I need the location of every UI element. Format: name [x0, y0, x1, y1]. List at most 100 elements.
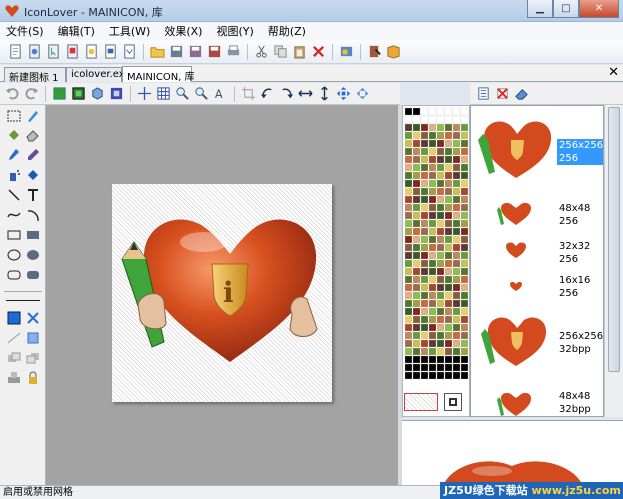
palette-swatch[interactable] [428, 291, 437, 300]
menu-effects[interactable]: 效果(X) [164, 23, 202, 39]
palette-swatch[interactable] [428, 131, 437, 140]
text-tool[interactable] [25, 187, 41, 203]
palette-swatch[interactable] [412, 211, 421, 220]
palette-swatch[interactable] [404, 267, 413, 276]
palette-swatch[interactable] [452, 307, 461, 316]
spray-tool[interactable] [6, 167, 22, 183]
palette-swatch[interactable] [428, 163, 437, 172]
menu-help[interactable]: 帮助(Z) [268, 23, 306, 39]
palette-swatch[interactable] [460, 307, 469, 316]
palette-swatch[interactable] [452, 331, 461, 340]
palette-swatch[interactable] [428, 323, 437, 332]
palette-swatch[interactable] [420, 251, 429, 260]
icon-library-button[interactable] [120, 43, 139, 61]
palette-swatch[interactable] [452, 243, 461, 252]
palette-swatch[interactable] [436, 339, 445, 348]
palette-swatch[interactable] [460, 147, 469, 156]
palette-swatch[interactable] [420, 243, 429, 252]
palette-swatch[interactable] [412, 291, 421, 300]
palette-swatch[interactable] [444, 259, 453, 268]
palette-swatch[interactable] [420, 275, 429, 284]
palette-swatch[interactable] [428, 251, 437, 260]
palette-swatch[interactable] [404, 259, 413, 268]
flip-vertical-button[interactable] [315, 85, 334, 103]
rectangle-tool[interactable] [6, 227, 22, 243]
palette-swatch[interactable] [452, 315, 461, 324]
arc-tool[interactable] [25, 207, 41, 223]
palette-swatch[interactable] [460, 315, 469, 324]
palette-swatch[interactable] [436, 331, 445, 340]
palette-swatch[interactable] [412, 323, 421, 332]
palette-swatch[interactable] [404, 235, 413, 244]
palette-swatch[interactable] [444, 107, 453, 116]
palette-swatch[interactable] [452, 347, 461, 356]
palette-swatch[interactable] [436, 155, 445, 164]
format-properties-button[interactable] [474, 85, 493, 103]
format-item-16-256[interactable]: 16x16 256 [471, 271, 603, 299]
palette-swatch[interactable] [460, 139, 469, 148]
palette-swatch[interactable] [444, 331, 453, 340]
format-item-48-256[interactable]: 48x48 256 [471, 198, 603, 228]
palette-swatch[interactable] [428, 275, 437, 284]
grid-button[interactable] [154, 85, 173, 103]
palette-swatch[interactable] [452, 291, 461, 300]
eraser-tool[interactable] [25, 127, 41, 143]
palette-swatch[interactable] [444, 123, 453, 132]
palette-swatch[interactable] [420, 347, 429, 356]
zoom-in-button[interactable] [173, 85, 192, 103]
palette-swatch[interactable] [460, 171, 469, 180]
palette-swatch[interactable] [420, 179, 429, 188]
select-tool[interactable] [6, 108, 22, 124]
palette-swatch[interactable] [444, 147, 453, 156]
open-button[interactable] [148, 43, 167, 61]
palette-swatch[interactable] [436, 139, 445, 148]
formats-scrollbar[interactable] [604, 105, 623, 417]
color-palette[interactable] [402, 105, 470, 417]
palette-swatch[interactable] [460, 347, 469, 356]
palette-swatch[interactable] [444, 315, 453, 324]
palette-swatch[interactable] [404, 219, 413, 228]
palette-swatch[interactable] [428, 315, 437, 324]
palette-swatch[interactable] [436, 203, 445, 212]
palette-swatch[interactable] [420, 123, 429, 132]
palette-swatch[interactable] [436, 323, 445, 332]
line-width-selector[interactable] [6, 297, 40, 305]
palette-swatch[interactable] [452, 203, 461, 212]
new-cursor-button[interactable] [44, 43, 63, 61]
palette-swatch[interactable] [404, 315, 413, 324]
palette-swatch[interactable] [436, 315, 445, 324]
palette-swatch[interactable] [404, 163, 413, 172]
palette-swatch[interactable] [412, 315, 421, 324]
palette-swatch[interactable] [412, 227, 421, 236]
open-resource-button[interactable] [101, 43, 120, 61]
palette-swatch[interactable] [412, 107, 421, 116]
palette-swatch[interactable] [412, 275, 421, 284]
palette-swatch[interactable] [420, 235, 429, 244]
zoom-out-button[interactable] [192, 85, 211, 103]
palette-swatch[interactable] [404, 131, 413, 140]
palette-swatch[interactable] [420, 291, 429, 300]
palette-swatch[interactable] [412, 363, 421, 372]
palette-swatch[interactable] [460, 211, 469, 220]
palette-swatch[interactable] [460, 251, 469, 260]
palette-swatch[interactable] [444, 291, 453, 300]
palette-swatch[interactable] [460, 107, 469, 116]
scrollbar-thumb[interactable] [608, 107, 620, 372]
palette-swatch[interactable] [444, 219, 453, 228]
palette-swatch[interactable] [444, 267, 453, 276]
palette-swatch[interactable] [404, 363, 413, 372]
palette-swatch[interactable] [460, 363, 469, 372]
palette-swatch[interactable] [428, 331, 437, 340]
palette-swatch[interactable] [404, 179, 413, 188]
palette-swatch[interactable] [428, 155, 437, 164]
filled-rectangle-tool[interactable] [25, 227, 41, 243]
palette-swatch[interactable] [452, 283, 461, 292]
palette-swatch[interactable] [428, 219, 437, 228]
palette-swatch[interactable] [452, 355, 461, 364]
palette-swatch[interactable] [420, 163, 429, 172]
brush-tool[interactable] [6, 147, 22, 163]
palette-swatch[interactable] [412, 243, 421, 252]
palette-swatch[interactable] [420, 155, 429, 164]
palette-swatch[interactable] [460, 291, 469, 300]
palette-swatch[interactable] [404, 275, 413, 284]
